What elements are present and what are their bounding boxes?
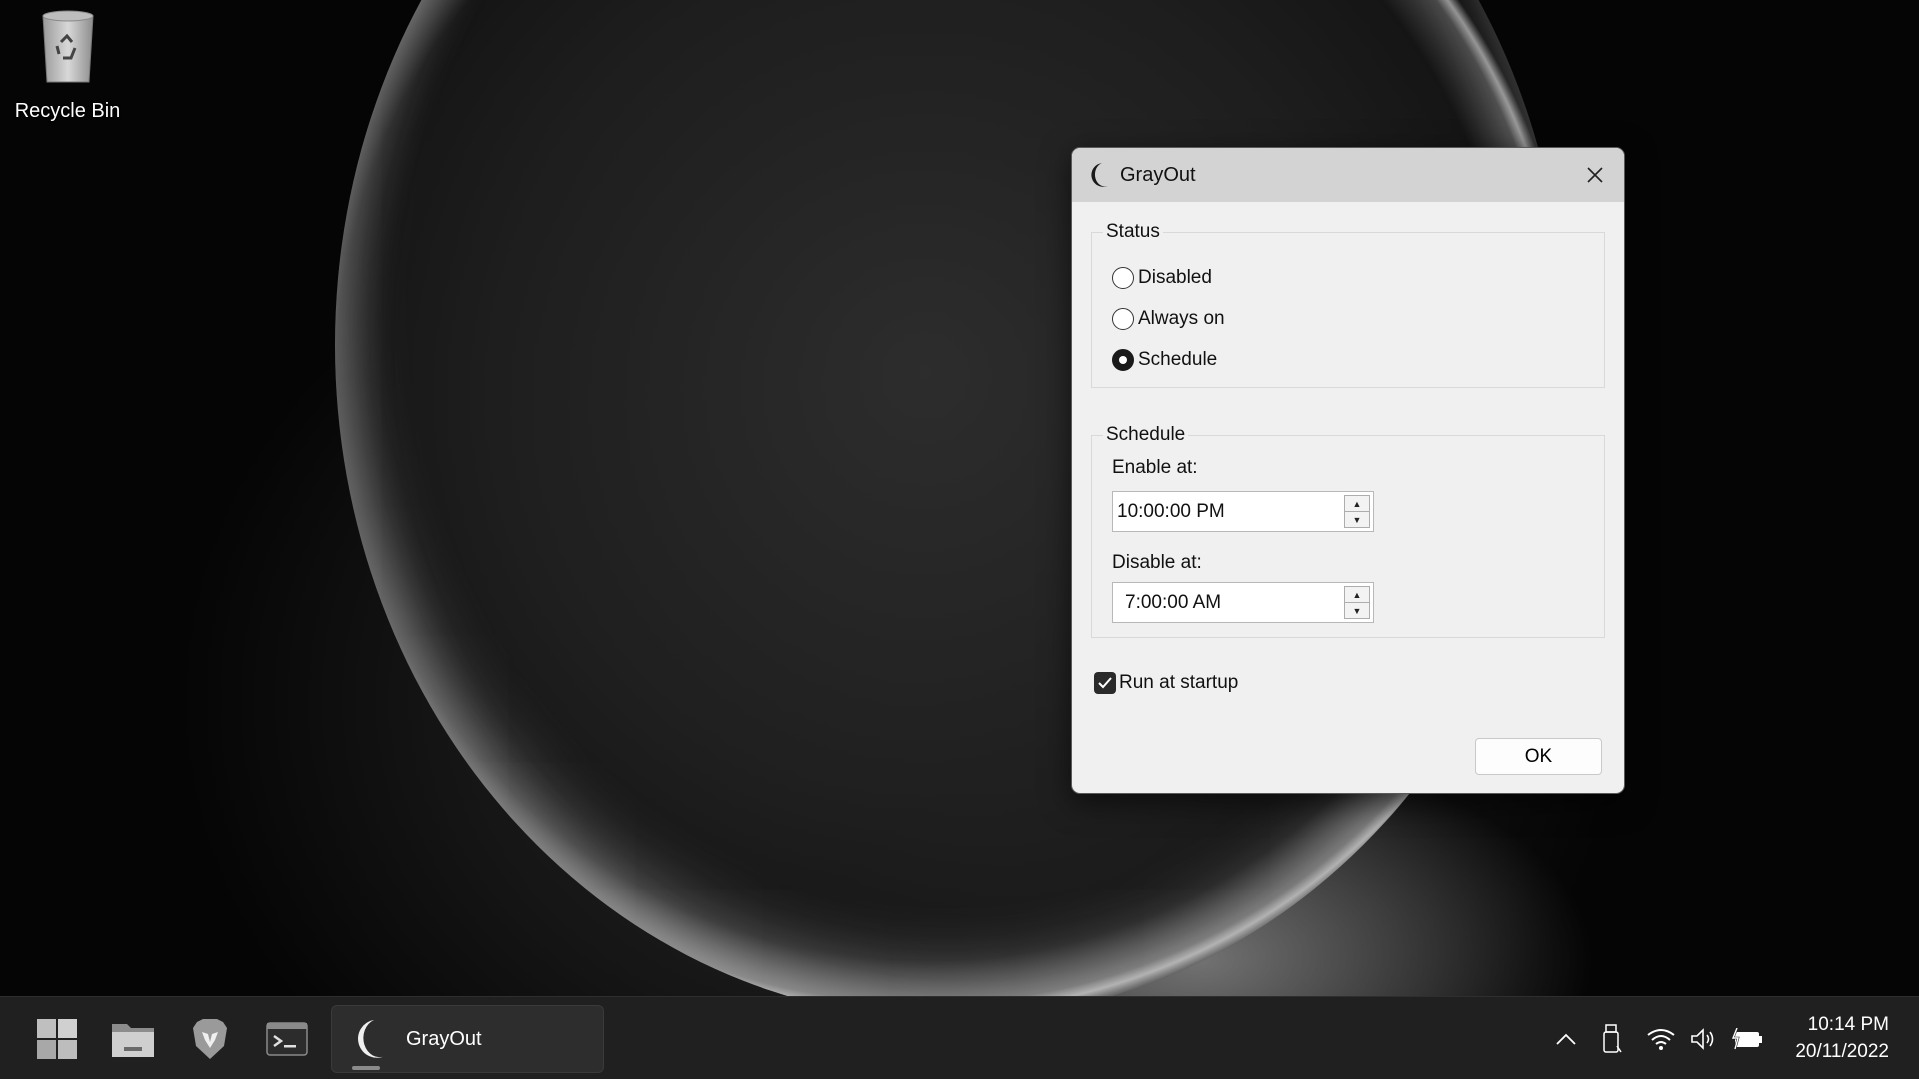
recycle-bin-icon bbox=[39, 8, 97, 84]
moon-icon bbox=[1091, 163, 1108, 187]
running-indicator bbox=[352, 1066, 380, 1070]
tray-volume[interactable] bbox=[1690, 997, 1718, 1079]
system-clock[interactable]: 10:14 PM 20/11/2022 bbox=[1795, 1011, 1889, 1065]
run-at-startup-label: Run at startup bbox=[1119, 672, 1239, 693]
radio-label: Schedule bbox=[1138, 349, 1218, 370]
run-at-startup-checkbox[interactable] bbox=[1094, 672, 1116, 694]
wifi-icon bbox=[1647, 1028, 1675, 1050]
brave-lion-icon bbox=[193, 1019, 227, 1059]
windows-start-icon bbox=[37, 1019, 77, 1059]
terminal-icon bbox=[266, 1022, 308, 1056]
taskbar: GrayOut 10:14 PM 20/11/2022 bbox=[0, 996, 1919, 1079]
battery-charging-icon bbox=[1731, 1027, 1762, 1049]
radio-always-on[interactable]: Always on bbox=[1112, 308, 1225, 330]
chevron-up-icon bbox=[1556, 1033, 1576, 1045]
status-group-legend: Status bbox=[1103, 221, 1163, 243]
radio-label: Always on bbox=[1138, 308, 1225, 329]
taskbar-app-label: GrayOut bbox=[406, 1027, 482, 1050]
radio-label: Disabled bbox=[1138, 267, 1212, 288]
schedule-group-legend: Schedule bbox=[1103, 424, 1189, 446]
enable-at-time-picker[interactable]: 10:00:00 PM ▲ ▼ bbox=[1112, 491, 1374, 532]
run-at-startup-checkbox-row[interactable]: Run at startup bbox=[1094, 672, 1238, 694]
close-button[interactable] bbox=[1566, 148, 1624, 202]
tray-overflow-button[interactable] bbox=[1555, 997, 1577, 1079]
radio-button-selected[interactable] bbox=[1112, 349, 1134, 371]
close-icon bbox=[1587, 167, 1603, 183]
radio-schedule[interactable]: Schedule bbox=[1112, 349, 1217, 371]
spin-down-icon[interactable]: ▼ bbox=[1345, 602, 1369, 618]
grayout-dialog: GrayOut Status Disabled Always on Schedu… bbox=[1071, 147, 1625, 794]
clock-time: 10:14 PM bbox=[1807, 1014, 1889, 1035]
clock-date: 20/11/2022 bbox=[1795, 1041, 1889, 1062]
desktop-icon-label: Recycle Bin bbox=[14, 100, 121, 122]
disable-at-time-picker[interactable]: 7:00:00 AM ▲ ▼ bbox=[1112, 582, 1374, 623]
taskbar-grayout-app[interactable]: GrayOut bbox=[331, 1005, 604, 1073]
spin-up-icon[interactable]: ▲ bbox=[1345, 587, 1369, 602]
spin-up-icon[interactable]: ▲ bbox=[1345, 496, 1369, 511]
enable-at-value[interactable]: 10:00:00 PM bbox=[1113, 501, 1344, 523]
spin-down-icon[interactable]: ▼ bbox=[1345, 511, 1369, 527]
tray-wifi[interactable] bbox=[1646, 997, 1676, 1079]
dialog-titlebar[interactable]: GrayOut bbox=[1072, 148, 1624, 202]
radio-button[interactable] bbox=[1112, 267, 1134, 289]
taskbar-brave[interactable] bbox=[180, 1009, 240, 1069]
ok-button[interactable]: OK bbox=[1475, 738, 1602, 775]
tray-battery[interactable] bbox=[1731, 997, 1763, 1079]
taskbar-file-explorer[interactable] bbox=[103, 1009, 163, 1069]
moon-icon bbox=[358, 1020, 385, 1058]
enable-at-label: Enable at: bbox=[1112, 457, 1198, 478]
tray-usb[interactable] bbox=[1601, 997, 1623, 1079]
enable-at-spinner[interactable]: ▲ ▼ bbox=[1344, 495, 1370, 528]
folder-icon bbox=[112, 1024, 154, 1057]
radio-disabled[interactable]: Disabled bbox=[1112, 267, 1212, 289]
desktop-wallpaper bbox=[0, 0, 1919, 996]
start-button[interactable] bbox=[27, 1009, 87, 1069]
taskbar-terminal[interactable] bbox=[257, 1009, 317, 1069]
radio-button[interactable] bbox=[1112, 308, 1134, 330]
disable-at-label: Disable at: bbox=[1112, 552, 1202, 573]
disable-at-value[interactable]: 7:00:00 AM bbox=[1113, 592, 1344, 614]
disable-at-spinner[interactable]: ▲ ▼ bbox=[1344, 586, 1370, 619]
dialog-title: GrayOut bbox=[1120, 163, 1196, 186]
speaker-icon bbox=[1691, 1027, 1714, 1050]
usb-drive-icon bbox=[1603, 1023, 1622, 1053]
checkmark-icon bbox=[1098, 677, 1112, 689]
desktop-icon-recycle-bin[interactable]: Recycle Bin bbox=[10, 8, 125, 126]
